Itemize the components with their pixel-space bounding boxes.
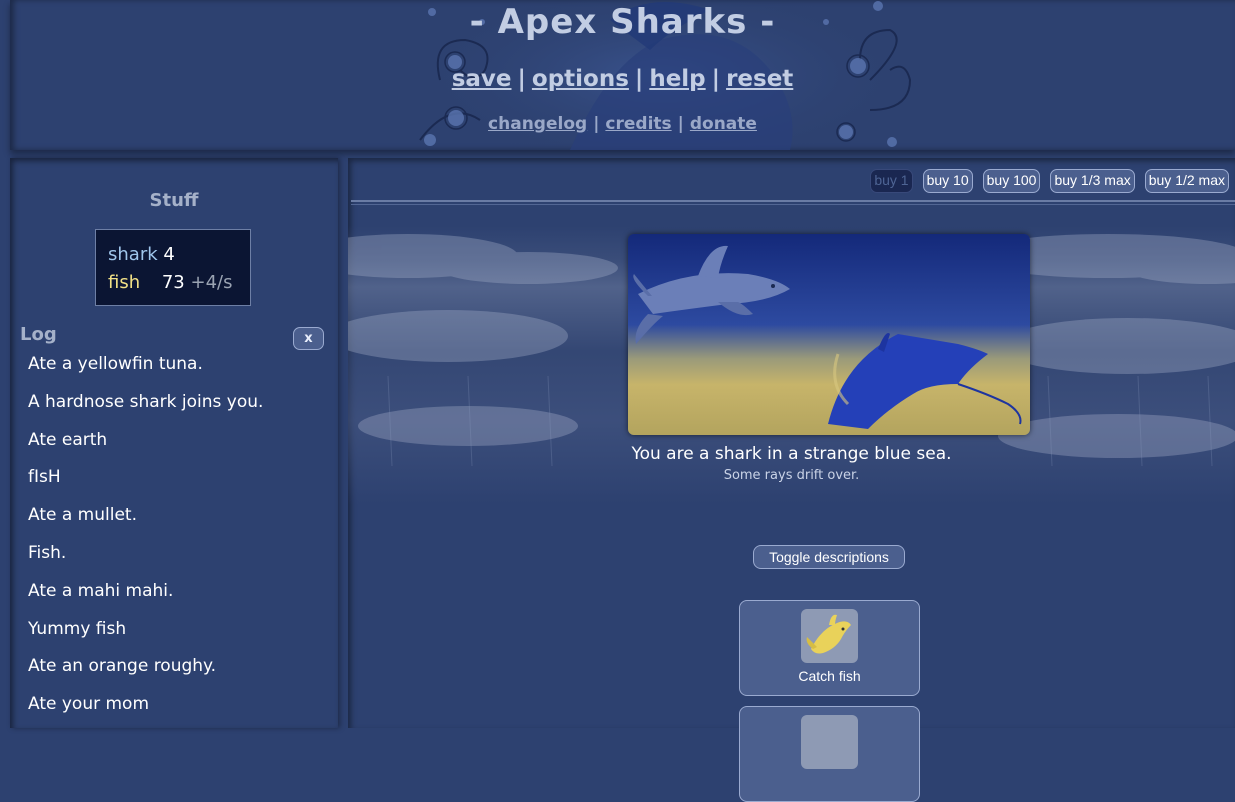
divider bbox=[351, 204, 1235, 205]
main-menu: save | options | help | reset bbox=[10, 66, 1235, 92]
resource-name: fish bbox=[108, 272, 141, 293]
log-entry: Ate an orange roughy. bbox=[28, 656, 217, 677]
log-list: Ate a yellowfin tuna. A hardnose shark j… bbox=[28, 354, 328, 732]
save-link[interactable]: save bbox=[452, 66, 512, 92]
game-title: - Apex Sharks - bbox=[469, 2, 776, 42]
divider bbox=[351, 200, 1235, 202]
resource-table: shark 4 fish 73 +4/s bbox=[95, 229, 251, 306]
left-panel: Stuff shark 4 fish 73 +4/s Log x Ate a y… bbox=[10, 158, 338, 728]
submenu-separator: | bbox=[593, 114, 600, 134]
changelog-link[interactable]: changelog bbox=[488, 114, 587, 134]
help-link[interactable]: help bbox=[649, 66, 705, 92]
reset-link[interactable]: reset bbox=[726, 66, 793, 92]
log-entry: Ate your mom bbox=[28, 694, 150, 715]
sub-menu: changelog | credits | donate bbox=[10, 114, 1235, 134]
scene-description: You are a shark in a strange blue sea. bbox=[631, 444, 952, 464]
buy-100-button[interactable]: buy 100 bbox=[982, 169, 1041, 193]
buy-third-max-button[interactable]: buy 1/3 max bbox=[1050, 169, 1135, 193]
donate-link[interactable]: donate bbox=[690, 114, 757, 134]
yellow-fish-icon bbox=[801, 609, 858, 663]
log-entry: Ate a mahi mahi. bbox=[28, 580, 174, 601]
clear-log-button[interactable]: x bbox=[293, 327, 324, 350]
menu-separator: | bbox=[517, 66, 526, 92]
main-panel: buy 1 buy 10 buy 100 buy 1/3 max buy 1/2 max bbox=[348, 158, 1235, 802]
credits-link[interactable]: credits bbox=[605, 114, 671, 134]
buy-amount-selector: buy 1 buy 10 buy 100 buy 1/3 max buy 1/2 max bbox=[860, 169, 1229, 193]
scene-detail: Some rays drift over. bbox=[723, 468, 860, 483]
catch-fish-button[interactable]: Catch fish bbox=[739, 600, 920, 696]
catch-fish-label: Catch fish bbox=[798, 668, 861, 684]
scene-image bbox=[628, 234, 1030, 435]
log-entry: Fish. bbox=[28, 542, 67, 563]
log-title: Log bbox=[20, 324, 57, 345]
log-entry: A hardnose shark joins you. bbox=[28, 391, 264, 412]
resource-rate: +4/s bbox=[190, 272, 233, 293]
menu-separator: | bbox=[711, 66, 721, 92]
log-entry: fIsH bbox=[28, 467, 61, 488]
options-link[interactable]: options bbox=[532, 66, 629, 92]
log-entry: Ate earth bbox=[28, 429, 108, 450]
toggle-descriptions-button[interactable]: Toggle descriptions bbox=[753, 545, 905, 569]
stuff-title: Stuff bbox=[149, 190, 199, 211]
log-entry: Ate a mullet. bbox=[28, 505, 137, 526]
resource-name: shark bbox=[108, 244, 158, 265]
header: - Apex Sharks - save | options | help | reset … bbox=[10, 0, 1235, 150]
shark-icon bbox=[801, 715, 858, 769]
submenu-separator: | bbox=[677, 114, 684, 134]
log-entry: Yummy fish bbox=[28, 618, 127, 639]
next-action-button[interactable] bbox=[739, 706, 920, 802]
resource-amount: 4 bbox=[163, 244, 175, 265]
buy-half-max-button[interactable]: buy 1/2 max bbox=[1144, 169, 1229, 193]
log-entry: Ate a yellowfin tuna. bbox=[28, 354, 203, 374]
buy-1-button[interactable]: buy 1 bbox=[870, 169, 913, 193]
buy-10-button[interactable]: buy 10 bbox=[922, 169, 973, 193]
resource-row-shark: shark 4 bbox=[108, 243, 175, 267]
resource-row-fish: fish 73 +4/s bbox=[108, 271, 232, 295]
menu-separator: | bbox=[634, 66, 644, 92]
resource-amount: 73 bbox=[161, 272, 185, 293]
